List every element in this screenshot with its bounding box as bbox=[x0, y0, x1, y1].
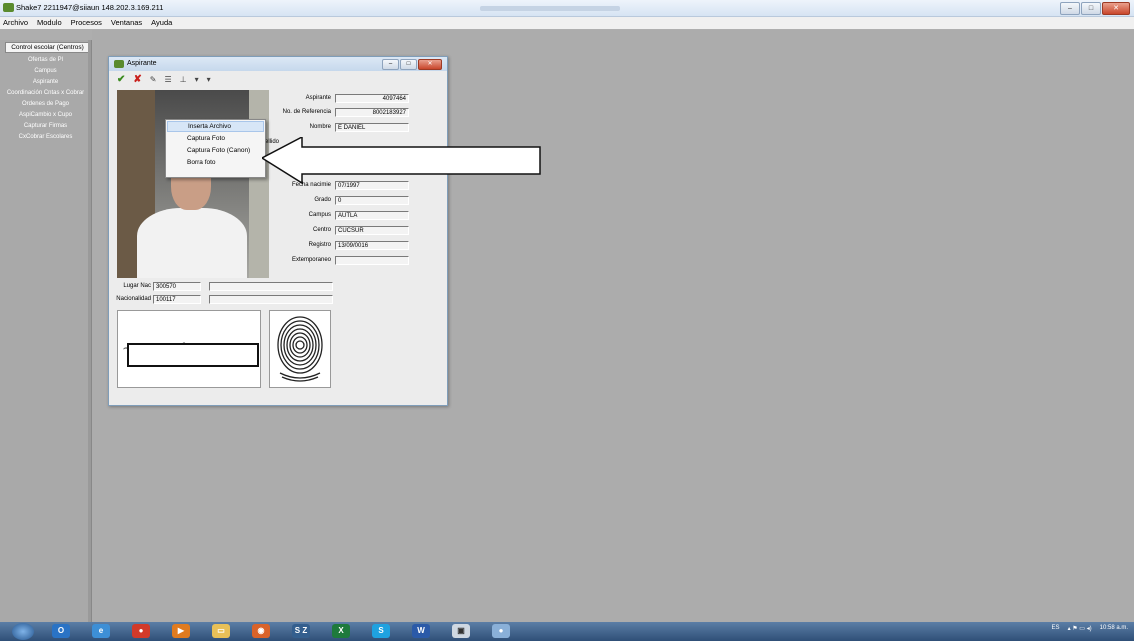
ie-icon[interactable]: e bbox=[92, 624, 110, 638]
tray-icons[interactable]: ▴ ⚑ ▭ ◂) bbox=[1068, 625, 1092, 632]
check-icon[interactable]: ✔ bbox=[117, 74, 125, 86]
cross-icon[interactable]: ✘ bbox=[133, 74, 141, 86]
aspirante-field[interactable]: 4097464 bbox=[335, 94, 409, 103]
taskbar: O e ● ▶ ▭ ◉ S Z X S W ▣ ● ES ▴ ⚑ ▭ ◂) 10… bbox=[0, 622, 1134, 641]
sidebar-item-capturar-firmas[interactable]: Capturar Firmas bbox=[0, 121, 91, 132]
clock[interactable]: 10:58 a.m. bbox=[1100, 625, 1128, 632]
menu-item-inserta-archivo[interactable]: Inserta Archivo bbox=[167, 121, 264, 132]
dialog-titlebar: Aspirante – □ ✕ bbox=[109, 57, 447, 71]
chrome-icon[interactable]: ● bbox=[132, 624, 150, 638]
sidebar-scrollbar[interactable] bbox=[88, 40, 91, 622]
referencia-field[interactable]: 8002183927 bbox=[335, 108, 409, 117]
chart-icon[interactable]: ⊥ bbox=[180, 74, 187, 86]
campus-label: Campus bbox=[308, 212, 331, 218]
nacionalidad-field[interactable]: 100117 bbox=[153, 295, 201, 304]
excel-icon[interactable]: X bbox=[332, 624, 350, 638]
sidebar-item-campus[interactable]: Campus bbox=[0, 66, 91, 77]
referencia-label: No. de Referencia bbox=[282, 109, 331, 115]
menu-item-borra-foto[interactable]: Borra foto bbox=[167, 157, 264, 168]
maximize-button[interactable]: □ bbox=[1081, 2, 1101, 15]
nombre-field[interactable]: E DANIEL bbox=[335, 123, 409, 132]
folder-icon[interactable]: ▭ bbox=[212, 624, 230, 638]
word-icon[interactable]: W bbox=[412, 624, 430, 638]
nombre-label: Nombre bbox=[309, 124, 331, 130]
sidebar-item-aspicambio[interactable]: AspiCambio x Cupo bbox=[0, 110, 91, 121]
system-tray: ES ▴ ⚑ ▭ ◂) 10:58 a.m. bbox=[1052, 625, 1128, 632]
aspirante-label: Aspirante bbox=[305, 95, 331, 101]
grado-label: Grado bbox=[314, 197, 331, 203]
extemporaneo-field[interactable] bbox=[335, 256, 409, 265]
dialog-icon bbox=[114, 60, 124, 68]
dialog-close-button[interactable]: ✕ bbox=[418, 59, 442, 70]
menu-archivo[interactable]: Archivo bbox=[3, 17, 28, 29]
nacionalidad-label: Nacionalidad bbox=[116, 296, 151, 302]
dialog-minimize-button[interactable]: – bbox=[382, 59, 399, 70]
lugar-nac-label: Lugar Nac bbox=[123, 283, 151, 289]
window-preview-icon[interactable]: ▣ bbox=[452, 624, 470, 638]
centro-field[interactable]: CUCSUR bbox=[335, 226, 409, 235]
campus-field[interactable]: AUTLA bbox=[335, 211, 409, 220]
app-icon bbox=[3, 3, 14, 12]
sidebar-item-aspirante[interactable]: Aspirante bbox=[0, 77, 91, 88]
menu-modulo[interactable]: Modulo bbox=[37, 17, 62, 29]
menu-ventanas[interactable]: Ventanas bbox=[111, 17, 142, 29]
menu-item-captura-foto[interactable]: Captura Foto bbox=[167, 133, 264, 144]
blurred-title-area bbox=[480, 6, 620, 11]
start-button[interactable] bbox=[12, 623, 34, 640]
photo-context-menu: Inserta Archivo Captura Foto Captura Fot… bbox=[165, 119, 266, 178]
app-titlebar: Shake7 2211947@siiaun 148.202.3.169.211 … bbox=[0, 0, 1134, 17]
dialog-maximize-button[interactable]: □ bbox=[400, 59, 417, 70]
centro-label: Centro bbox=[312, 227, 331, 233]
outlook-icon[interactable]: O bbox=[52, 624, 70, 638]
menubar: Archivo Modulo Procesos Ventanas Ayuda bbox=[0, 17, 1134, 29]
lugar-nac-field[interactable]: 300570 bbox=[153, 282, 201, 291]
sidebar-item-coordinacion[interactable]: Coordinación Cntas x Cobrar bbox=[0, 88, 91, 99]
redaction-box bbox=[127, 343, 259, 367]
registro-field[interactable]: 13/09/0016 bbox=[335, 241, 409, 250]
sidebar-item-cxcobrar[interactable]: CxCobrar Escolares bbox=[0, 132, 91, 143]
media-player-icon[interactable]: ▶ bbox=[172, 624, 190, 638]
skype-icon[interactable]: S bbox=[372, 624, 390, 638]
list-icon[interactable]: ☰ bbox=[164, 74, 171, 86]
nacionalidad-desc bbox=[209, 295, 333, 304]
fingerprint-box[interactable] bbox=[269, 310, 331, 388]
chevron-down-icon[interactable]: ▾ bbox=[195, 74, 199, 86]
extemporaneo-label: Extemporaneo bbox=[291, 257, 331, 263]
dialog-toolbar: ✔ ✘ ✎ ☰ ⊥ ▾ ▾ bbox=[117, 74, 211, 86]
menu-procesos[interactable]: Procesos bbox=[71, 17, 102, 29]
menu-item-captura-foto-canon[interactable]: Captura Foto (Canon) bbox=[167, 145, 264, 156]
grado-field[interactable]: 0 bbox=[335, 196, 409, 205]
signature-box[interactable]: ~ ∿ ∫ ∼ bbox=[117, 310, 261, 388]
dialog-title: Aspirante bbox=[127, 60, 157, 67]
lugar-nac-desc bbox=[209, 282, 333, 291]
sidebar-item-ordenes-pago[interactable]: Ordenes de Pago bbox=[0, 99, 91, 110]
annotation-arrow bbox=[262, 137, 541, 185]
sz-app-icon[interactable]: S Z bbox=[292, 624, 310, 638]
language-indicator[interactable]: ES bbox=[1052, 625, 1060, 632]
sidebar: Control escolar (Centros) Ofertas de Pl … bbox=[0, 40, 92, 622]
registro-label: Registro bbox=[308, 242, 331, 248]
shake-app-icon[interactable]: ● bbox=[492, 624, 510, 638]
close-button[interactable]: ✕ bbox=[1102, 2, 1130, 15]
chevron-down-icon-2[interactable]: ▾ bbox=[207, 74, 211, 86]
clear-icon[interactable]: ✎ bbox=[150, 74, 157, 86]
aspirante-dialog: Aspirante – □ ✕ ✔ ✘ ✎ ☰ ⊥ ▾ ▾ Aspirante … bbox=[108, 56, 448, 406]
window-title: Shake7 2211947@siiaun 148.202.3.169.211 bbox=[16, 3, 164, 12]
firefox-icon[interactable]: ◉ bbox=[252, 624, 270, 638]
sidebar-item-ofertas[interactable]: Ofertas de Pl bbox=[0, 55, 91, 66]
menu-ayuda[interactable]: Ayuda bbox=[151, 17, 172, 29]
fingerprint-icon bbox=[277, 316, 323, 382]
minimize-button[interactable]: – bbox=[1060, 2, 1080, 15]
sidebar-header[interactable]: Control escolar (Centros) bbox=[5, 42, 90, 53]
